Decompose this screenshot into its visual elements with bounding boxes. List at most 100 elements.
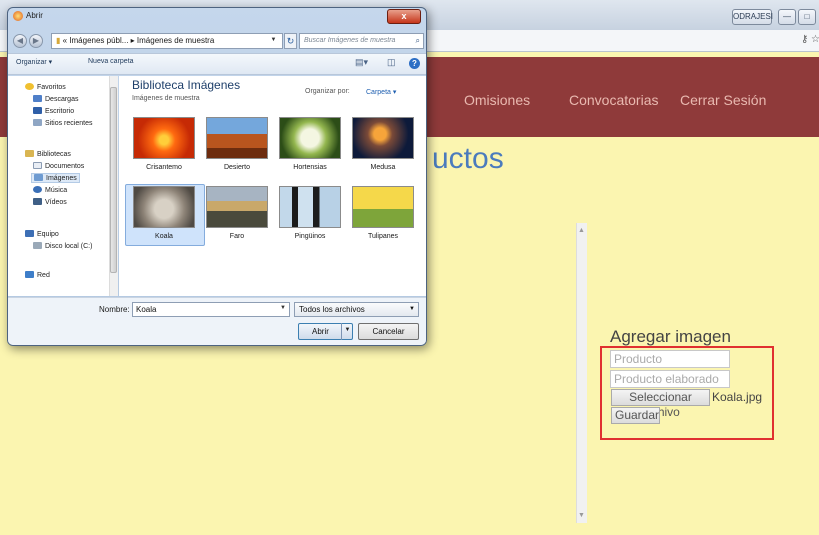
- nav-label: Favoritos: [37, 84, 66, 91]
- list-scrollbar[interactable]: [576, 223, 587, 523]
- file-label[interactable]: Medusa: [345, 164, 421, 171]
- add-image-title: Agregar imagen: [610, 327, 731, 346]
- save-button[interactable]: Guardar: [611, 407, 660, 424]
- nav-label: Imágenes: [46, 175, 77, 182]
- nav-downloads[interactable]: Descargas: [33, 95, 78, 103]
- nav-label: Escritorio: [45, 108, 75, 115]
- nav-network[interactable]: Red: [25, 271, 50, 279]
- library-title: Biblioteca Imágenes: [132, 78, 241, 92]
- forward-icon[interactable]: ▶: [29, 34, 43, 48]
- file-label[interactable]: Tulipanes: [345, 233, 421, 240]
- library-subtitle: Imágenes de muestra: [132, 95, 200, 102]
- thumbnail-pinguinos[interactable]: [279, 186, 341, 228]
- help-icon[interactable]: ?: [409, 58, 420, 69]
- view-icon[interactable]: ▤▾: [355, 57, 368, 68]
- page-title: uctos: [432, 142, 504, 175]
- new-folder-button[interactable]: Nueva carpeta: [88, 58, 134, 65]
- chevron-down-icon: ▼: [409, 306, 415, 312]
- filename-input[interactable]: Koala: [132, 302, 290, 317]
- images-icon: [34, 174, 43, 181]
- open-file-dialog: Abrir x ◀ ▶ ▮ « Imágenes públ... ▸ Imáge…: [7, 7, 427, 346]
- dialog-title: Abrir: [26, 11, 43, 20]
- minimize-button[interactable]: —: [778, 9, 796, 25]
- nav-images[interactable]: Imágenes: [31, 173, 80, 183]
- thumbnail-faro[interactable]: [206, 186, 268, 228]
- key-icon[interactable]: ⚷: [801, 34, 808, 45]
- file-label[interactable]: Hortensias: [272, 164, 348, 171]
- back-icon[interactable]: ◀: [13, 34, 27, 48]
- nav-favorites[interactable]: Favoritos: [25, 83, 66, 91]
- cancel-button[interactable]: Cancelar: [358, 323, 419, 340]
- chevron-down-icon[interactable]: ▼: [264, 33, 283, 49]
- address-bar[interactable]: ▮ « Imágenes públ... ▸ Imágenes de muest…: [51, 33, 283, 49]
- open-options-icon[interactable]: ▼: [341, 323, 353, 340]
- scroll-down-icon[interactable]: ▼: [578, 512, 585, 519]
- nav-libraries[interactable]: Bibliotecas: [25, 150, 71, 158]
- filename-label: Nombre:: [99, 305, 130, 314]
- nav-label: Red: [37, 272, 50, 279]
- address-path: « Imágenes públ... ▸ Imágenes de muestra: [62, 36, 215, 45]
- file-label[interactable]: Faro: [199, 233, 275, 240]
- folder-icon: ▮: [56, 36, 63, 45]
- file-label[interactable]: Koala: [126, 233, 202, 240]
- thumbnail-koala[interactable]: [133, 186, 195, 228]
- made-with-input[interactable]: Producto elaborado con: [610, 370, 730, 402]
- refresh-icon[interactable]: ↻: [284, 33, 297, 49]
- file-label[interactable]: Crisantemo: [126, 164, 202, 171]
- computer-icon: [25, 230, 34, 237]
- nav-local-disk[interactable]: Disco local (C:): [33, 242, 92, 250]
- disk-icon: [33, 242, 42, 249]
- organize-menu[interactable]: Organizar ▾: [16, 58, 52, 66]
- nav-label: Documentos: [45, 163, 85, 170]
- nav-label: Música: [45, 187, 68, 194]
- nav-desktop[interactable]: Escritorio: [33, 107, 74, 115]
- nav-label: Vídeos: [45, 199, 67, 206]
- nav-link-omisiones[interactable]: Omisiones: [464, 92, 530, 108]
- nav-link-convocatorias[interactable]: Convocatorias: [569, 92, 659, 108]
- file-label[interactable]: Desierto: [199, 164, 275, 171]
- music-icon: [33, 186, 42, 193]
- thumbnail-medusa[interactable]: [352, 117, 414, 159]
- search-icon[interactable]: ⌕: [416, 34, 420, 48]
- nav-scrollbar-thumb[interactable]: [110, 87, 117, 273]
- nav-recent[interactable]: Sitios recientes: [33, 119, 92, 127]
- preview-pane-icon[interactable]: ◫: [387, 57, 396, 68]
- nav-videos[interactable]: Vídeos: [33, 198, 67, 206]
- arrange-by-dropdown[interactable]: Carpeta ▾: [366, 88, 396, 96]
- thumbnail-tulipanes[interactable]: [352, 186, 414, 228]
- nav-label: Sitios recientes: [45, 120, 93, 127]
- downloads-icon: [33, 95, 42, 102]
- nav-link-cerrar-sesion[interactable]: Cerrar Sesión: [680, 92, 766, 108]
- desktop-icon: [33, 107, 42, 114]
- search-input[interactable]: Buscar Imágenes de muestra ⌕: [299, 33, 424, 49]
- chosen-file-name: Koala.jpg: [712, 390, 763, 404]
- thumbnail-hortensias[interactable]: [279, 117, 341, 159]
- nav-label: Disco local (C:): [45, 243, 93, 250]
- choose-file-button[interactable]: Seleccionar archivo: [611, 389, 710, 419]
- star-icon[interactable]: ☆: [811, 34, 819, 45]
- nav-documents[interactable]: Documentos: [33, 162, 84, 170]
- close-button[interactable]: x: [387, 9, 421, 24]
- chevron-down-icon[interactable]: ▼: [276, 302, 290, 317]
- scroll-up-icon[interactable]: ▲: [578, 227, 585, 234]
- chrome-icon: [13, 11, 23, 21]
- nav-label: Equipo: [37, 231, 59, 238]
- star-icon: [25, 83, 34, 90]
- filetype-select[interactable]: Todos los archivos ▼: [294, 302, 419, 317]
- product-input[interactable]: Producto: [610, 350, 730, 368]
- thumbnail-crisantemo[interactable]: [133, 117, 195, 159]
- documents-icon: [33, 162, 42, 169]
- nav-music[interactable]: Música: [33, 186, 67, 194]
- user-profile-button[interactable]: ODRAJESI: [732, 9, 773, 25]
- thumbnail-desierto[interactable]: [206, 117, 268, 159]
- libraries-icon: [25, 150, 34, 157]
- maximize-button[interactable]: □: [798, 9, 816, 25]
- nav-computer[interactable]: Equipo: [25, 230, 59, 238]
- nav-label: Descargas: [45, 96, 79, 103]
- arrange-by-label: Organizar por:: [305, 88, 350, 95]
- recent-places-icon: [33, 119, 42, 126]
- file-label[interactable]: Pingüinos: [272, 233, 348, 240]
- search-placeholder: Buscar Imágenes de muestra: [304, 37, 396, 44]
- network-icon: [25, 271, 34, 278]
- videos-icon: [33, 198, 42, 205]
